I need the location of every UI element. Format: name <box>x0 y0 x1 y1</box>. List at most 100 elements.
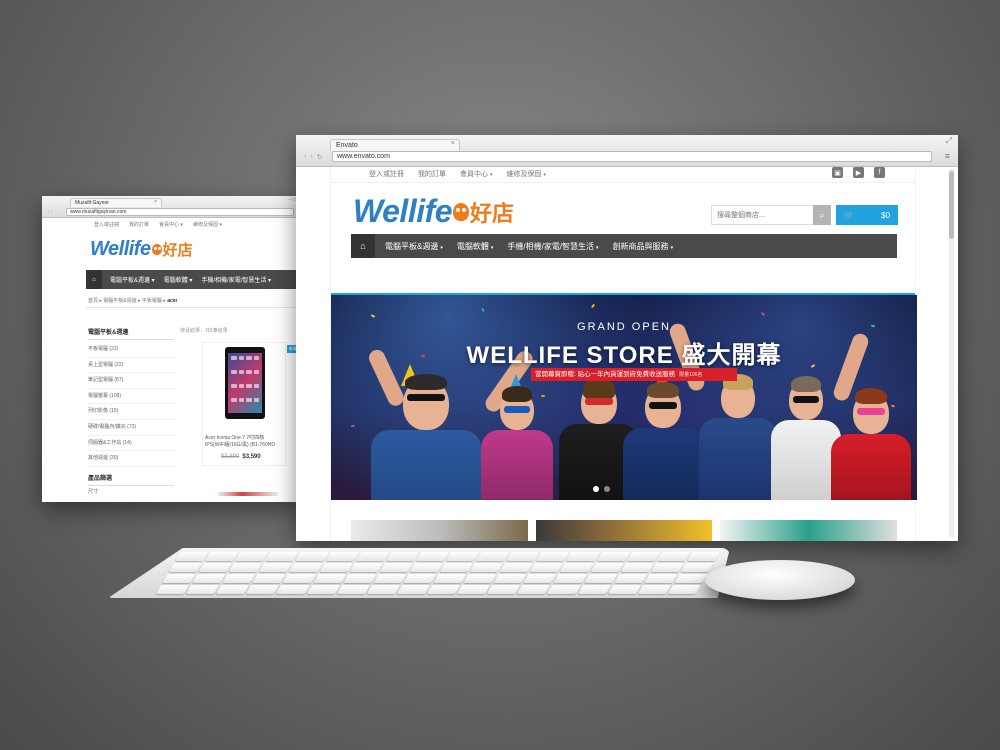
category-item[interactable]: 硬碟/電腦內/擴充 (73) <box>88 420 174 436</box>
category-item[interactable]: 列印影像 (15) <box>88 404 174 420</box>
product-card[interactable]: 新貨 Acer Iconia One 7 7吋四核 IPS(WiFi版/16G/… <box>202 342 299 466</box>
keyboard-key <box>523 574 557 583</box>
youtube-icon[interactable]: ▶ <box>853 167 864 178</box>
keyboard-key <box>656 552 690 561</box>
nav-item-computers[interactable]: 電腦平板&週邊 ▾ <box>385 241 443 252</box>
cart-icon: 🛒 <box>844 210 854 220</box>
keyboard-key <box>385 552 419 561</box>
category-item[interactable]: 電腦螢幕 (108) <box>88 389 174 405</box>
party-person <box>831 388 911 500</box>
login-link[interactable]: 登入或註冊 <box>94 221 119 228</box>
keyboard-key <box>246 585 280 594</box>
keyboard-key <box>372 574 407 583</box>
breadcrumb: 首頁 ▸ 電腦平板&週邊 ▸ 平板電腦 ▸ acer <box>88 297 178 304</box>
scrollbar[interactable] <box>949 169 954 537</box>
breadcrumb-path[interactable]: 首頁 ▸ 電腦平板&週邊 ▸ 平板電腦 ▸ <box>88 298 167 304</box>
keyboard-key <box>529 563 564 572</box>
member-center-link[interactable]: 會員中心 ▾ <box>159 221 183 228</box>
category-item[interactable]: 伺服器&工作站 (14) <box>88 436 174 452</box>
promo-limit: 限量100名 <box>679 372 703 378</box>
back-icon[interactable]: ‹ <box>304 153 306 161</box>
nav-item-software[interactable]: 電腦軟體 ▾ <box>457 241 494 252</box>
orders-link[interactable]: 我的訂單 <box>418 169 446 179</box>
keyboard-key <box>379 563 413 572</box>
site-logo[interactable]: Wellife 好店 <box>353 193 514 230</box>
menu-icon[interactable]: ≡ <box>945 151 950 161</box>
product-name[interactable]: Acer Iconia One 7 7吋四核 IPS(WiFi版/16G/黑) … <box>205 435 285 449</box>
browser-tab[interactable]: Envato × <box>330 139 460 151</box>
keyboard-key <box>445 552 480 561</box>
browser-tab[interactable]: Muzafit Gayner × <box>70 198 162 207</box>
login-link[interactable]: 登入或註冊 <box>369 169 404 179</box>
product-image-partial[interactable] <box>218 492 278 496</box>
promo-thumbnail[interactable] <box>535 520 713 541</box>
keyboard-key <box>265 552 299 561</box>
site-logo[interactable]: Wellife 好店 <box>90 238 193 261</box>
keyboard-key <box>155 585 190 594</box>
address-bar[interactable]: www.muzafitgayinan.com <box>66 208 294 216</box>
breadcrumb-current: acer <box>167 298 178 304</box>
facebook-icon[interactable]: f <box>874 167 885 178</box>
product-image[interactable] <box>225 347 265 419</box>
promo-thumbnail[interactable] <box>351 520 528 541</box>
keyboard-key <box>637 585 671 594</box>
category-item[interactable]: 其他週邊 (39) <box>88 451 174 467</box>
warranty-link[interactable]: 維修及保固 ▾ <box>193 221 222 228</box>
nav-item-innovation[interactable]: 創新商品與服務 ▾ <box>613 241 674 252</box>
keyboard-key <box>235 552 269 561</box>
carousel-dot[interactable] <box>604 486 610 492</box>
top-nav: 登入或註冊 我的訂單 會員中心 ▾ 維修及保固 ▾ <box>94 221 222 228</box>
keyboard-key <box>547 585 581 594</box>
nav-item-mobile[interactable]: 手機/相機/家電/智慧生活 ▾ <box>507 241 598 252</box>
banner-subtitle: GRAND OPEN <box>577 321 671 333</box>
browser-window-front: Envato × ⤢ ‹ › ↻ www.envato.com ≡ 登入或註冊 我的… <box>296 135 958 541</box>
keyboard-key <box>439 563 473 572</box>
window-controls[interactable]: ⤢ <box>946 136 952 146</box>
address-bar[interactable]: www.envato.com <box>332 151 932 162</box>
keyboard-key <box>282 574 316 583</box>
filter-title: 產品篩選 <box>88 473 174 486</box>
product-price: $3,890 $3,590 <box>221 454 261 460</box>
nav-arrows[interactable]: ‹ › ↻ <box>304 153 332 161</box>
orders-link[interactable]: 我的訂單 <box>129 221 149 228</box>
home-icon[interactable]: ⌂ <box>351 234 375 258</box>
member-center-link[interactable]: 會員中心 ▾ <box>460 169 492 179</box>
hero-banner[interactable]: GRAND OPEN WELLIFE STORE 盛大開幕 當開幕賀即贈: 貼心… <box>331 295 917 500</box>
close-tab-icon[interactable]: × <box>154 199 157 205</box>
promo-thumbnails <box>351 520 898 541</box>
filter-size[interactable]: 尺寸 <box>88 488 174 495</box>
cart-total: $0 <box>881 210 890 220</box>
search-input[interactable] <box>711 205 813 225</box>
nav-item-mobile[interactable]: 手機/相機/家電/智慧生活 ▾ <box>201 275 271 284</box>
keyboard-key <box>312 574 347 583</box>
cart-button[interactable]: 🛒 $0 <box>836 205 898 225</box>
keyboard-key <box>667 585 702 594</box>
keyboard-key <box>596 552 630 561</box>
forward-icon[interactable]: › <box>310 153 312 161</box>
warranty-link[interactable]: 維修及保固 ▾ <box>506 169 545 179</box>
home-icon[interactable]: ⌂ <box>86 270 102 289</box>
party-person <box>699 374 777 500</box>
keyboard-key <box>463 574 497 583</box>
keyboard-key <box>185 585 220 594</box>
nav-arrows[interactable]: ‹ › <box>48 209 66 215</box>
carousel-dot[interactable] <box>593 486 599 492</box>
category-item[interactable]: 平板電腦 (22) <box>88 342 174 358</box>
close-tab-icon[interactable]: × <box>451 140 455 147</box>
keyboard <box>108 548 730 604</box>
keyboard-key <box>403 574 437 583</box>
search-icon[interactable]: ⌕ <box>813 205 831 225</box>
reload-icon[interactable]: ↻ <box>317 153 323 161</box>
keyboard-key <box>590 563 624 572</box>
keyboard-key <box>342 574 377 583</box>
nav-item-computers[interactable]: 電腦平板&週邊 ▾ <box>110 275 155 284</box>
tab-title: Envato <box>336 142 358 149</box>
keyboard-key <box>222 574 256 583</box>
shop-icon[interactable]: ▣ <box>832 167 843 178</box>
banner-title: WELLIFE STORE 盛大開幕 <box>466 342 782 369</box>
category-item[interactable]: 筆記型電腦 (87) <box>88 373 174 389</box>
nav-item-software[interactable]: 電腦軟體 ▾ <box>164 275 193 284</box>
category-item[interactable]: 桌上型電腦 (22) <box>88 358 174 374</box>
top-nav: 登入或註冊 我的訂單 會員中心 ▾ 維修及保固 ▾ <box>369 169 546 179</box>
promo-thumbnail[interactable] <box>720 520 898 541</box>
